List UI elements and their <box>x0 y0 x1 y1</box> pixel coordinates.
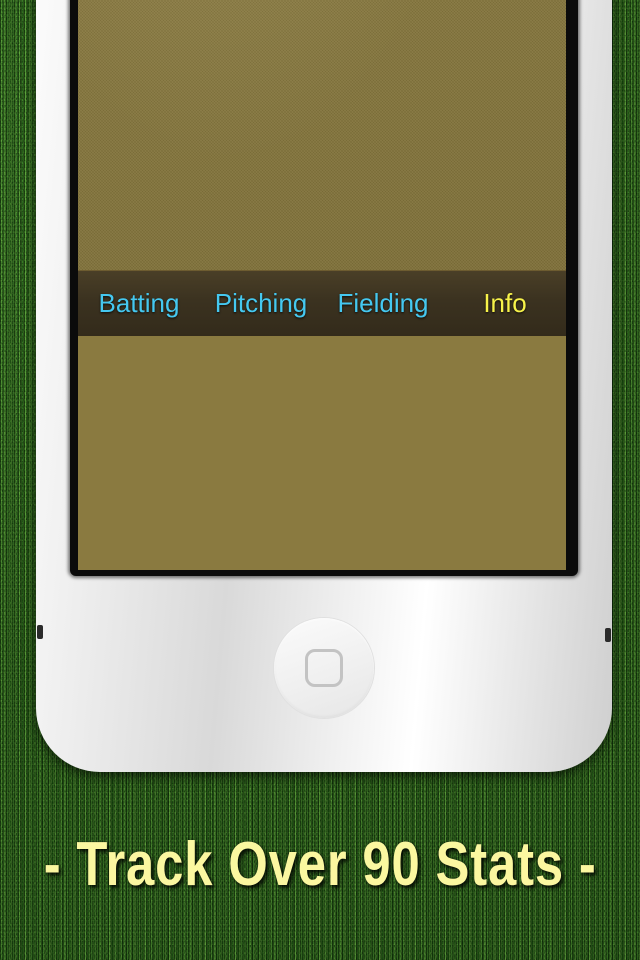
phone-device-body: - Errors: 1 + - PutOut: 2 + - Assist: 7 … <box>36 0 612 772</box>
home-button[interactable] <box>274 618 374 718</box>
promo-banner: - Track Over 90 Stats - <box>0 818 640 910</box>
promo-banner-text: - Track Over 90 Stats - <box>43 829 597 899</box>
tab-bar: Batting Pitching Fielding Info <box>78 270 566 336</box>
tab-batting[interactable]: Batting <box>78 288 200 319</box>
tab-fielding[interactable]: Fielding <box>322 288 444 319</box>
fielding-stats-panel: - Errors: 1 + - PutOut: 2 + - Assist: 7 … <box>78 0 566 270</box>
antenna-band-right-icon <box>605 628 611 642</box>
phone-screen-bezel: - Errors: 1 + - PutOut: 2 + - Assist: 7 … <box>70 0 578 576</box>
antenna-band-left-icon <box>37 625 43 639</box>
phone-screen: - Errors: 1 + - PutOut: 2 + - Assist: 7 … <box>78 0 566 570</box>
home-square-icon <box>305 649 343 687</box>
tab-pitching[interactable]: Pitching <box>200 288 322 319</box>
tab-info[interactable]: Info <box>444 288 566 319</box>
